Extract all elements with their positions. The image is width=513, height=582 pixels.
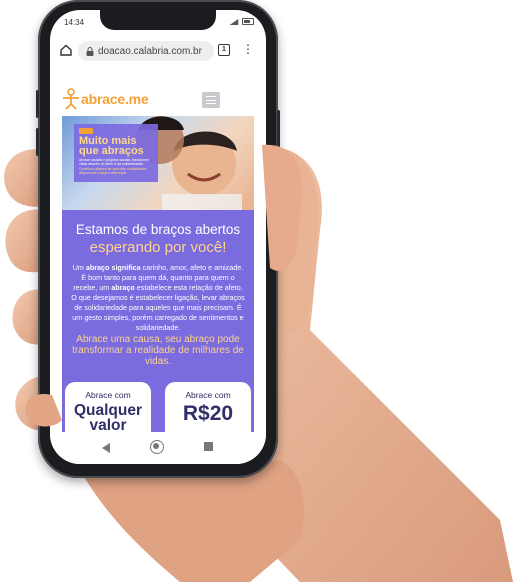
phone-notch (100, 10, 216, 30)
thumb-overlay (25, 144, 303, 427)
